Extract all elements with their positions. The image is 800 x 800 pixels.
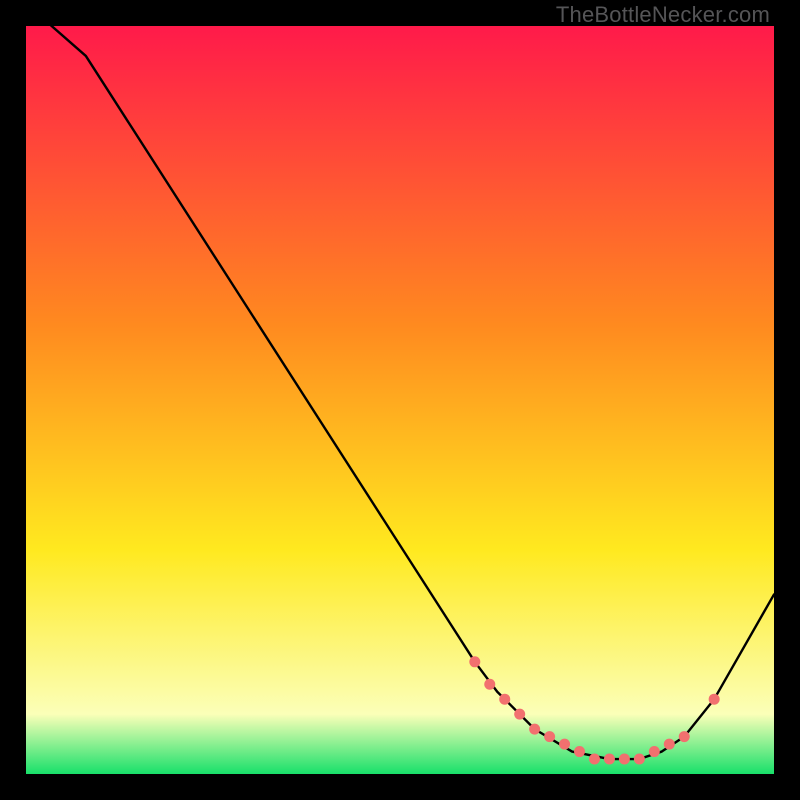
- marker-dot: [559, 739, 570, 750]
- marker-dot: [469, 656, 480, 667]
- bottleneck-chart: [26, 26, 774, 774]
- marker-dot: [634, 754, 645, 765]
- marker-dot: [589, 754, 600, 765]
- marker-dot: [544, 731, 555, 742]
- watermark-text: TheBottleNecker.com: [556, 2, 770, 28]
- marker-dot: [529, 724, 540, 735]
- marker-dot: [574, 746, 585, 757]
- marker-dot: [604, 754, 615, 765]
- marker-dot: [664, 739, 675, 750]
- marker-dot: [499, 694, 510, 705]
- marker-dot: [484, 679, 495, 690]
- marker-dot: [514, 709, 525, 720]
- plot-frame: [26, 26, 774, 774]
- marker-dot: [709, 694, 720, 705]
- marker-dot: [679, 731, 690, 742]
- marker-dot: [649, 746, 660, 757]
- marker-dot: [619, 754, 630, 765]
